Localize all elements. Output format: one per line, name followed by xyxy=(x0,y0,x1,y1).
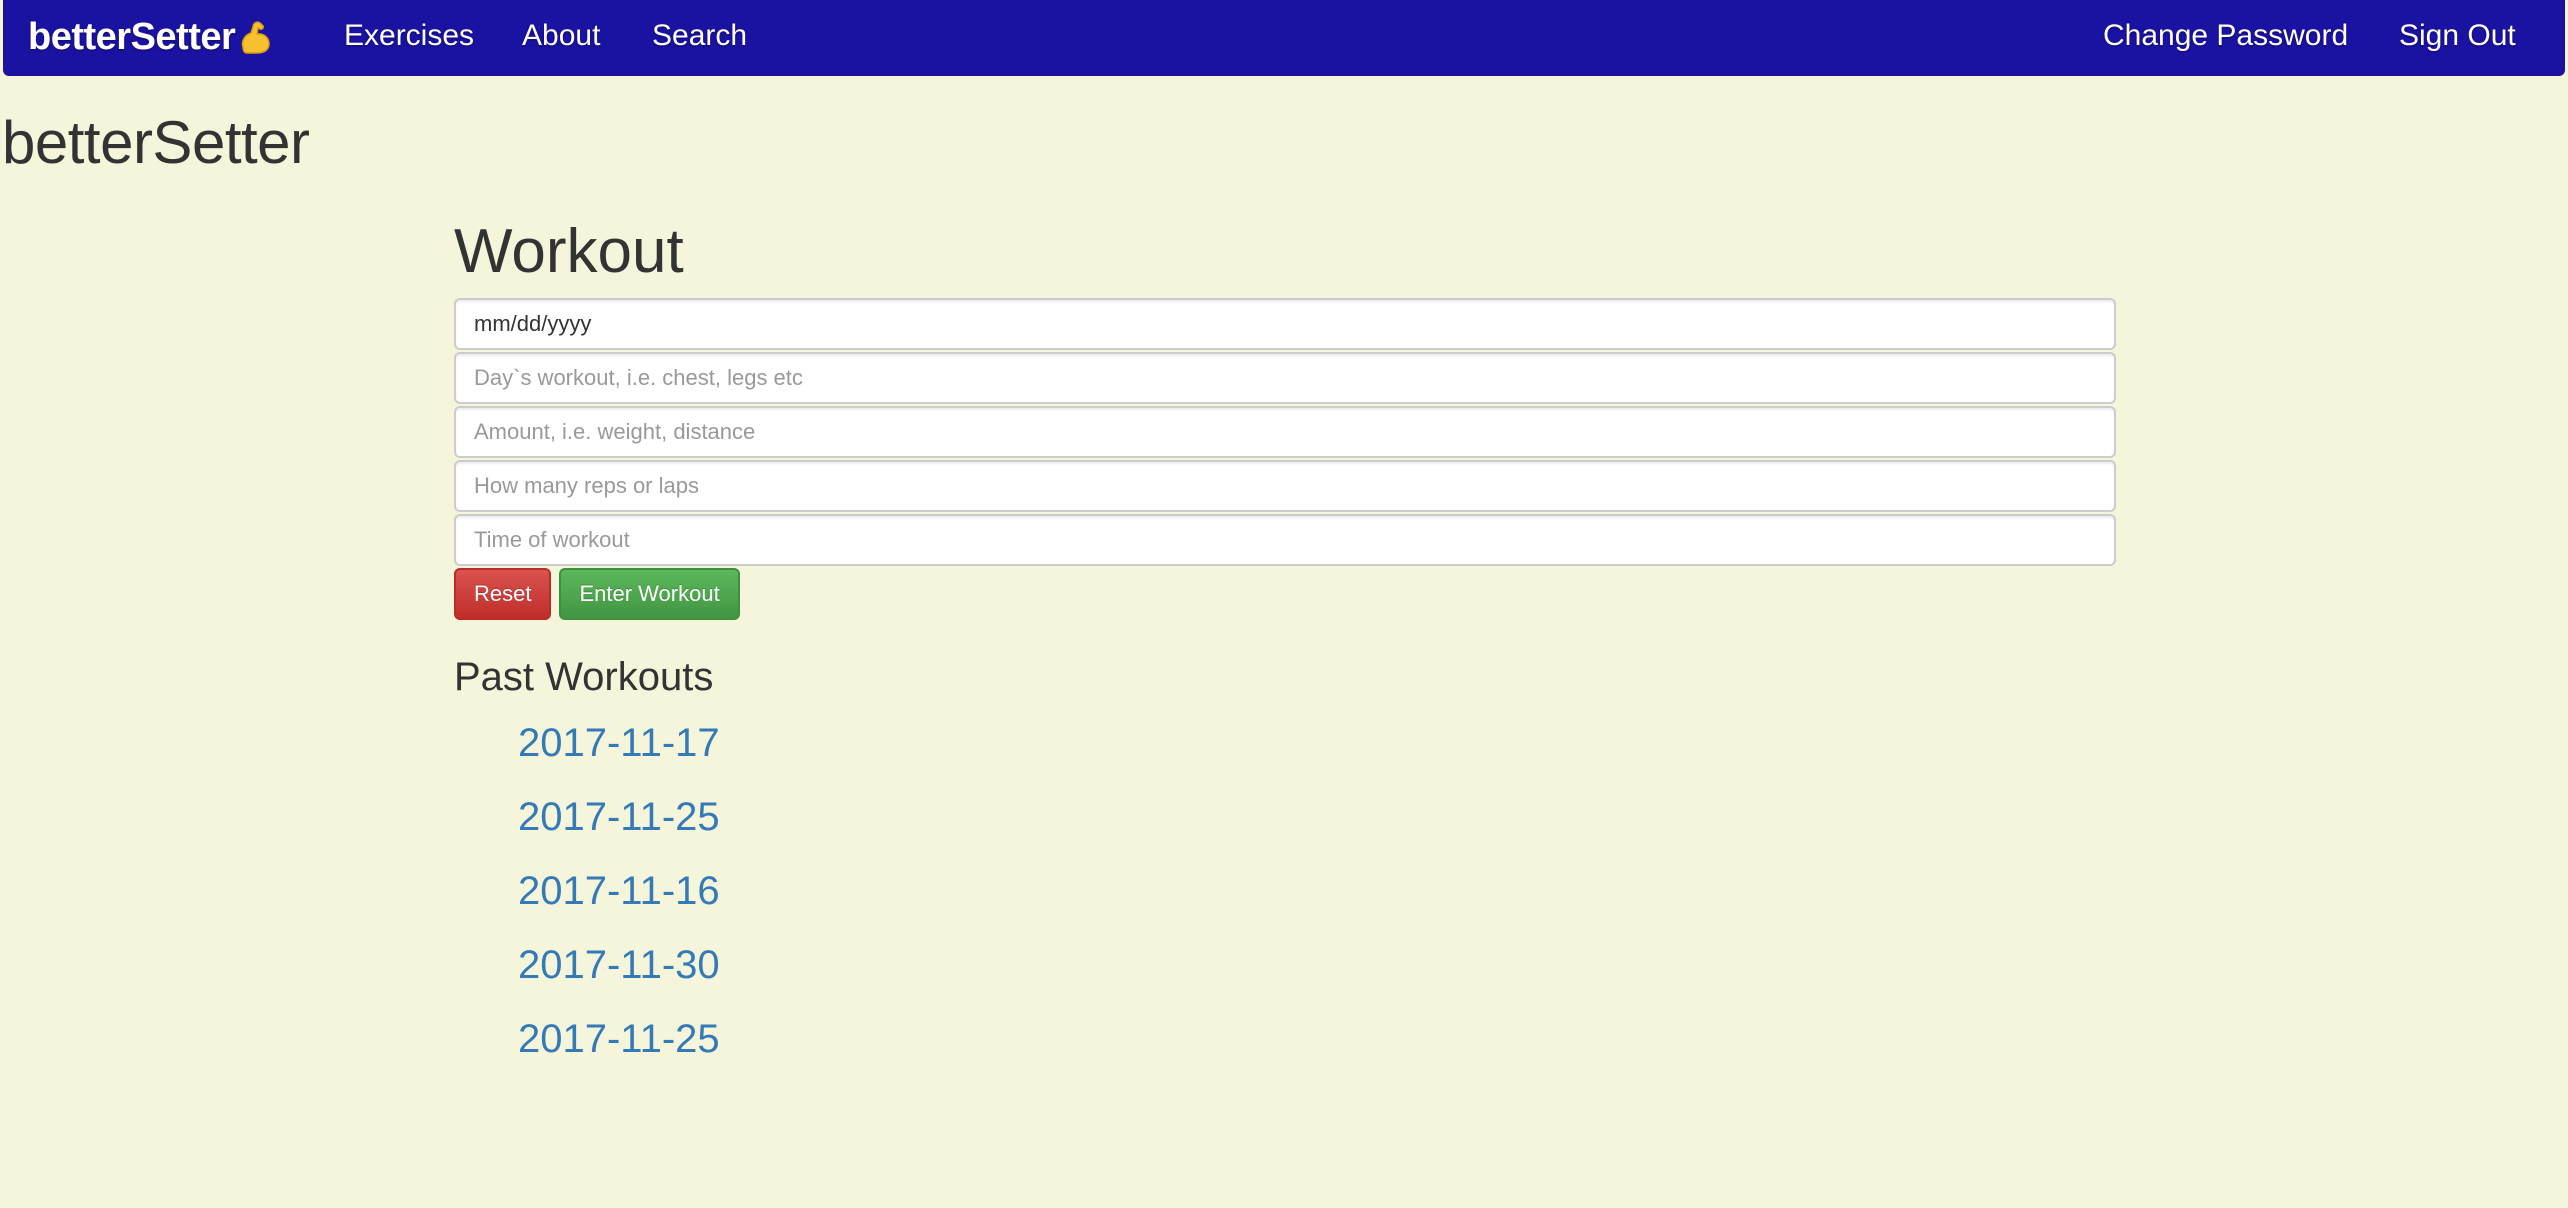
nav-change-password[interactable]: Change Password xyxy=(2103,16,2348,56)
brand-link[interactable]: betterSetter xyxy=(28,12,273,62)
past-workout-link[interactable]: 2017-11-17 xyxy=(518,721,720,765)
list-item: 2017-11-30 xyxy=(518,942,2116,1016)
workout-title: Workout xyxy=(454,217,684,286)
nav-about[interactable]: About xyxy=(522,16,600,56)
workout-form: Reset Enter Workout xyxy=(454,298,2116,620)
page-brand-heading: betterSetter xyxy=(2,109,310,176)
workout-container: Workout Reset Enter Workout Past Workout… xyxy=(454,212,2116,1090)
past-workouts-title: Past Workouts xyxy=(454,655,714,699)
time-input[interactable] xyxy=(454,514,2116,566)
list-item: 2017-11-16 xyxy=(518,868,2116,942)
reps-input[interactable] xyxy=(454,460,2116,512)
past-workout-link[interactable]: 2017-11-16 xyxy=(518,869,720,913)
list-item: 2017-11-17 xyxy=(518,720,2116,794)
top-navbar: betterSetter Exercises About Search Chan… xyxy=(3,0,2565,76)
nav-sign-out[interactable]: Sign Out xyxy=(2399,16,2516,56)
past-workouts-list: 2017-11-17 2017-11-25 2017-11-16 2017-11… xyxy=(454,720,2116,1090)
list-item: 2017-11-25 xyxy=(518,1016,2116,1090)
nav-search[interactable]: Search xyxy=(652,16,747,56)
form-buttons: Reset Enter Workout xyxy=(454,568,2116,620)
date-input[interactable] xyxy=(454,298,2116,350)
enter-workout-button[interactable]: Enter Workout xyxy=(559,568,740,620)
list-item: 2017-11-25 xyxy=(518,794,2116,868)
amount-input[interactable] xyxy=(454,406,2116,458)
nav-exercises[interactable]: Exercises xyxy=(344,16,474,56)
flexed-biceps-icon xyxy=(242,21,271,54)
reset-button[interactable]: Reset xyxy=(454,568,552,620)
brand-text: betterSetter xyxy=(28,15,236,58)
past-workout-link[interactable]: 2017-11-25 xyxy=(518,795,720,839)
past-workout-link[interactable]: 2017-11-25 xyxy=(518,1017,720,1061)
past-workout-link[interactable]: 2017-11-30 xyxy=(518,943,720,987)
workout-input[interactable] xyxy=(454,352,2116,404)
